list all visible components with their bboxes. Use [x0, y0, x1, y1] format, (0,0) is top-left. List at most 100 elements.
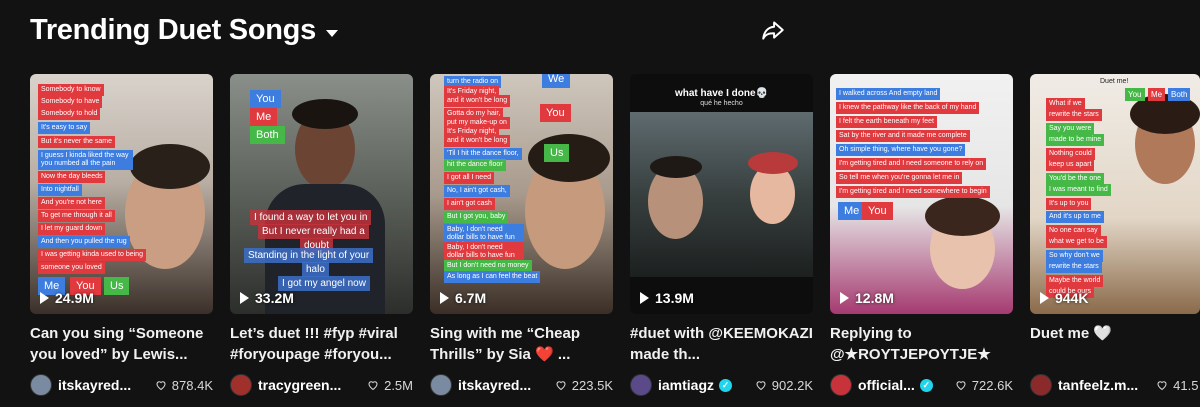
lyric-line: But I got you, baby	[444, 211, 509, 223]
share-icon[interactable]	[760, 17, 786, 43]
avatar[interactable]	[230, 374, 252, 396]
video-card[interactable]: turn the radio on It's Friday night, and…	[430, 74, 613, 396]
username[interactable]: iamtiagz	[658, 377, 714, 393]
video-caption[interactable]: Duet me 🤍	[1030, 323, 1200, 365]
lyric-line: rewrite the stars	[1046, 261, 1102, 273]
lyric-line: what we get to be	[1046, 236, 1107, 248]
avatar[interactable]	[30, 374, 52, 396]
username[interactable]: tanfeelz.m...	[1058, 377, 1138, 393]
video-card[interactable]: I walked across And empty land I knew th…	[830, 74, 1013, 396]
view-count: 24.9M	[40, 290, 94, 306]
username[interactable]: itskayred...	[458, 377, 531, 393]
video-thumbnail[interactable]: what have I done💀 qué he hecho 13.9M	[630, 74, 813, 314]
heart-icon	[368, 381, 378, 391]
username[interactable]: official...	[858, 377, 915, 393]
like-count: 722.6K	[955, 378, 1013, 393]
view-count-value: 13.9M	[655, 290, 694, 306]
video-caption[interactable]: #duet with @KEEMOKAZI made th...	[630, 323, 813, 365]
video-thumbnail[interactable]: turn the radio on It's Friday night, and…	[430, 74, 613, 314]
lyric-line: Somebody to have	[38, 96, 103, 108]
play-icon	[640, 292, 649, 304]
subtitle-line: halo	[302, 262, 329, 277]
subtitle-line: I got my angel now	[278, 276, 370, 291]
video-subheadline: qué he hecho	[700, 100, 743, 107]
lyric-line: Somebody to hold	[38, 108, 101, 120]
video-thumbnail[interactable]: I walked across And empty land I knew th…	[830, 74, 1013, 314]
duet-tag: Us	[104, 277, 130, 295]
like-count: 2.5M	[367, 378, 413, 393]
view-count-value: 944K	[1055, 290, 1089, 306]
video-thumbnail[interactable]: You Me Both I found a way to let you in …	[230, 74, 413, 314]
video-card[interactable]: Duet me! You Me Both What if we rewrite …	[1030, 74, 1200, 396]
like-count-value: 878.4K	[171, 377, 213, 393]
avatar[interactable]	[1030, 374, 1052, 396]
lyric-line: As long as I can feel the beat	[444, 271, 541, 283]
video-caption[interactable]: Let’s duet !!! #fyp #viral #foryoupage #…	[230, 323, 413, 365]
view-count: 6.7M	[440, 290, 486, 306]
lyric-line: Now the day bleeds	[38, 171, 106, 183]
video-card[interactable]: what have I done💀 qué he hecho 13.9M #du…	[630, 74, 813, 396]
lyric-line: I guess I kinda liked the way you numbed…	[38, 150, 133, 170]
avatar[interactable]	[430, 374, 452, 396]
video-meta: itskayred... 878.4K	[30, 374, 213, 396]
duet-tag: Me	[1148, 88, 1166, 101]
video-meta: tracygreen... 2.5M	[230, 374, 413, 396]
lyric-line: I knew the pathway like the back of my h…	[836, 102, 980, 114]
verified-badge-icon: ✓	[919, 378, 933, 392]
lyric-line: Somebody to know	[38, 84, 104, 96]
lyric-line: I was meant to find	[1046, 184, 1111, 196]
like-count-value: 41.5	[1173, 377, 1199, 393]
play-icon	[1040, 292, 1049, 304]
duet-tag: You	[1125, 88, 1145, 101]
avatar[interactable]	[830, 374, 852, 396]
subtitle-line: But I never really had a	[258, 224, 369, 239]
lyric-line: I walked across And empty land	[836, 88, 941, 100]
username[interactable]: tracygreen...	[258, 377, 341, 393]
lyric-line: I ain't got cash	[444, 198, 495, 210]
avatar[interactable]	[630, 374, 652, 396]
view-count: 944K	[1040, 290, 1088, 306]
subtitle-line: I found a way to let you in	[250, 210, 372, 225]
lyric-line: rewrite the stars	[1046, 109, 1102, 121]
video-caption[interactable]: Sing with me “Cheap Thrills” by Sia ❤️ .…	[430, 323, 613, 365]
duet-tag: Both	[250, 126, 285, 144]
video-card[interactable]: Somebody to know Somebody to have Somebo…	[30, 74, 213, 396]
lyric-line: To get me through it all	[38, 210, 115, 222]
username[interactable]: itskayred...	[58, 377, 131, 393]
lyric-line: Into nightfall	[38, 184, 82, 196]
heart-icon	[156, 381, 166, 391]
like-count-value: 223.5K	[571, 377, 613, 393]
duet-tag: Both	[1168, 88, 1191, 101]
duet-tag: Me	[250, 108, 278, 126]
lyric-line: It's up to you	[1046, 198, 1092, 210]
caret-down-icon[interactable]	[325, 29, 338, 37]
video-thumbnail[interactable]: Somebody to know Somebody to have Somebo…	[30, 74, 213, 314]
lyric-line: And it's up to me	[1046, 211, 1104, 223]
duet-tag: You	[540, 104, 571, 122]
lyric-line: and it won't be long	[444, 95, 511, 107]
like-count-value: 902.2K	[771, 377, 813, 393]
heart-icon	[956, 381, 966, 391]
section-header: Trending Duet Songs	[30, 12, 338, 48]
heart-icon	[556, 381, 566, 391]
like-count: 878.4K	[155, 378, 213, 393]
video-thumbnail[interactable]: Duet me! You Me Both What if we rewrite …	[1030, 74, 1200, 314]
like-count-value: 2.5M	[384, 377, 413, 393]
lyric-line: It's easy to say	[38, 122, 91, 134]
lyric-line: I'm getting tired and I need somewhere t…	[836, 186, 990, 198]
play-icon	[440, 292, 449, 304]
video-meta: tanfeelz.m... 41.5	[1030, 374, 1200, 396]
video-caption[interactable]: Replying to @★ROYTJEPOYTJE★ Ca...	[830, 323, 1013, 365]
lyric-line: I was getting kinda used to being	[38, 249, 146, 261]
lyric-line: made to be mine	[1046, 134, 1105, 146]
video-card[interactable]: You Me Both I found a way to let you in …	[230, 74, 413, 396]
lyric-line: Sat by the river and it made me complete	[836, 130, 970, 142]
lyric-line: and it won't be long	[444, 135, 511, 147]
duet-tag: We	[542, 74, 571, 88]
lyric-line: I got all I need	[444, 172, 494, 184]
lyric-line: I let my guard down	[38, 223, 106, 235]
view-count-value: 12.8M	[855, 290, 894, 306]
video-caption[interactable]: Can you sing “Someone you loved” by Lewi…	[30, 323, 213, 365]
lyric-line: keep us apart	[1046, 159, 1095, 171]
like-count: 223.5K	[555, 378, 613, 393]
